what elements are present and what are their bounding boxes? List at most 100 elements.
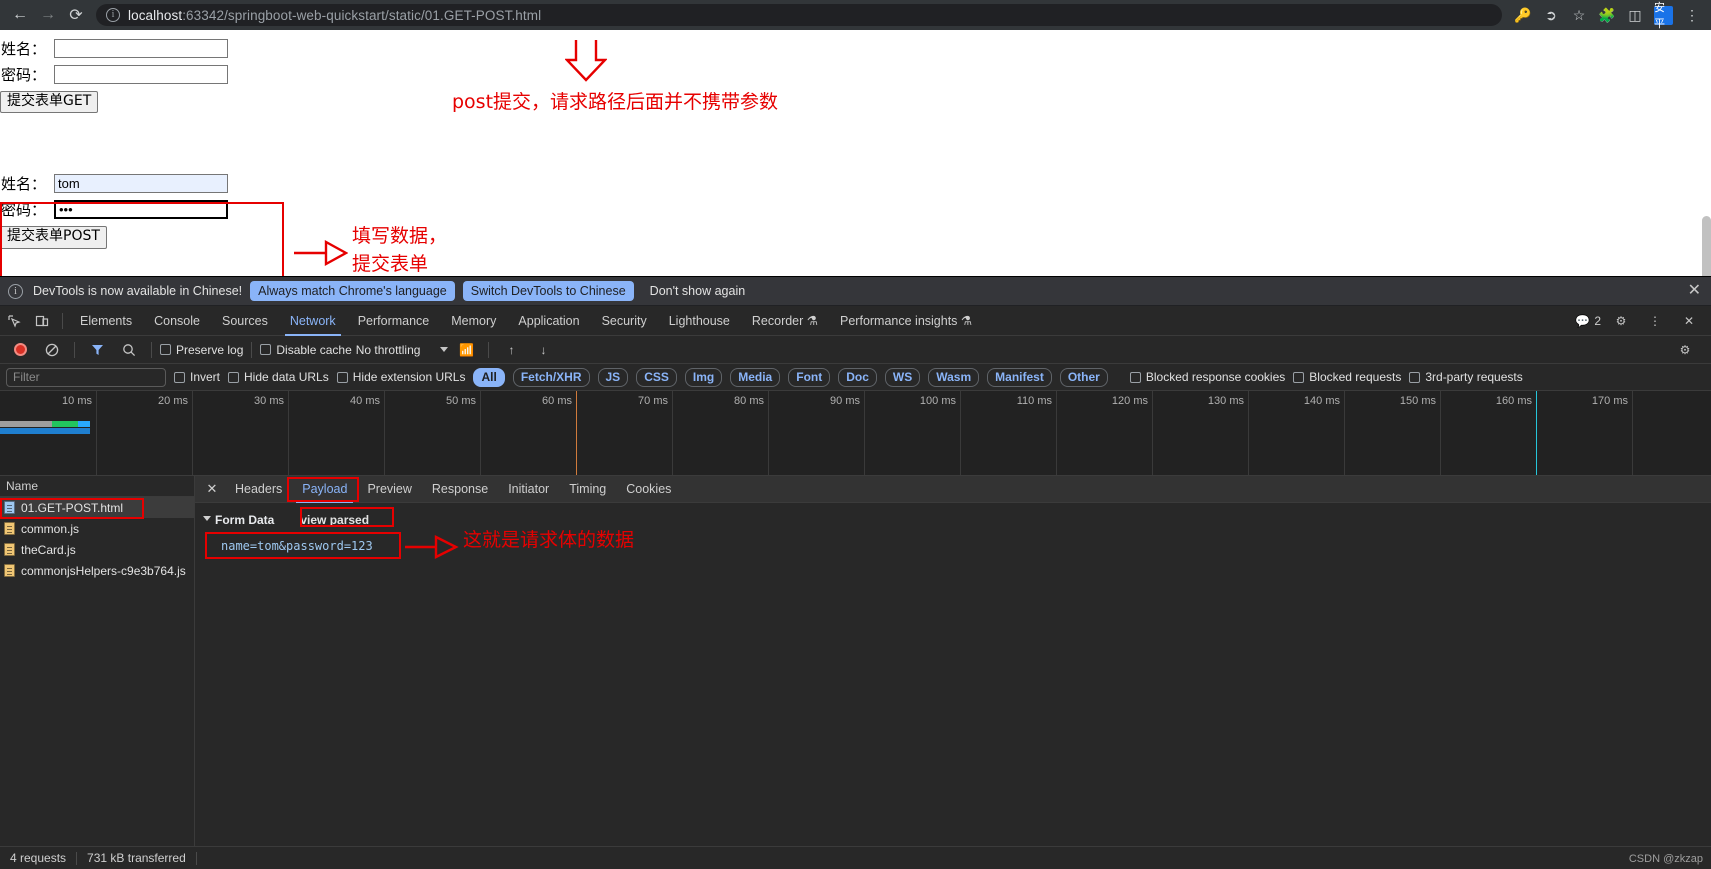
network-overview-timeline[interactable]: 10 ms 20 ms 30 ms 40 ms 50 ms 60 ms 70 ms 80 ms… [0, 391, 1711, 476]
star-icon[interactable]: ☆ [1566, 2, 1592, 28]
extensions-icon[interactable]: 🧩 [1594, 2, 1620, 28]
request-row-commonjs-helpers[interactable]: commonjsHelpers-c9e3b764.js [0, 560, 194, 581]
gear-icon[interactable]: ⚙ [1671, 337, 1699, 363]
annotation-payload-note: 这就是请求体的数据 [463, 529, 635, 551]
close-icon[interactable]: ✕ [1675, 308, 1703, 334]
clear-icon[interactable] [38, 337, 66, 363]
checkbox-box [1129, 371, 1141, 383]
tab-security[interactable]: Security [591, 306, 658, 336]
detail-tab-timing[interactable]: Timing [559, 476, 616, 503]
site-info-icon[interactable]: i [106, 8, 120, 22]
avatar[interactable]: 安平 [1654, 2, 1673, 30]
form-get-name-label: 姓名： [1, 39, 47, 58]
tab-performance[interactable]: Performance [347, 306, 441, 336]
type-filter-css[interactable]: CSS [636, 367, 677, 387]
import-har-icon[interactable]: ↑ [497, 337, 525, 363]
tab-performance-insights[interactable]: Performance insights ⚗ [829, 306, 983, 336]
type-filter-all[interactable]: All [473, 367, 505, 387]
throttling-select[interactable]: No throttling [356, 343, 449, 357]
checkbox-box [174, 371, 185, 383]
type-filter-js[interactable]: JS [597, 367, 629, 387]
type-filter-fetch-xhr[interactable]: Fetch/XHR [512, 367, 590, 387]
detail-tab-headers[interactable]: Headers [225, 476, 292, 503]
timeline-tick [96, 391, 97, 475]
request-row-html[interactable]: 01.GET-POST.html [0, 497, 194, 518]
key-icon[interactable]: 🔑 [1510, 2, 1536, 28]
request-row-thecard-js[interactable]: theCard.js [0, 539, 194, 560]
timeline-tick [384, 391, 385, 475]
request-row-common-js[interactable]: common.js [0, 518, 194, 539]
banner-dismiss-button[interactable]: Don't show again [642, 281, 754, 301]
address-bar[interactable]: i localhost:63342/springboot-web-quickst… [96, 4, 1502, 26]
tab-network[interactable]: Network [279, 306, 347, 336]
hide-extension-urls-checkbox[interactable]: Hide extension URLs [336, 370, 465, 384]
tab-lighthouse[interactable]: Lighthouse [658, 306, 741, 336]
form-data-section-header[interactable]: Form Data view parsed [203, 513, 1711, 527]
request-name: theCard.js [21, 542, 76, 557]
back-icon[interactable]: ← [6, 1, 34, 29]
hide-data-urls-label: Hide data URLs [244, 370, 329, 384]
form-get-name-input[interactable] [54, 38, 228, 58]
tab-sources[interactable]: Sources [211, 306, 279, 336]
third-party-requests-checkbox[interactable]: 3rd-party requests [1409, 370, 1523, 384]
type-filter-other[interactable]: Other [1059, 367, 1108, 387]
issues-count: 2 [1594, 313, 1601, 328]
disable-cache-checkbox[interactable]: Disable cache [260, 343, 352, 357]
hide-data-urls-checkbox[interactable]: Hide data URLs [228, 370, 329, 384]
device-toolbar-icon[interactable] [28, 308, 56, 334]
type-filter-wasm[interactable]: Wasm [928, 367, 980, 387]
detail-tab-initiator[interactable]: Initiator [498, 476, 559, 503]
devtools-panel: i DevTools is now available in Chinese! … [0, 276, 1711, 869]
detail-tab-preview[interactable]: Preview [357, 476, 421, 503]
filter-funnel-icon[interactable] [83, 337, 111, 363]
url-text: localhost:63342/springboot-web-quickstar… [128, 8, 541, 23]
tab-console[interactable]: Console [143, 306, 211, 336]
filter-input[interactable] [6, 367, 166, 387]
form-post-password-input[interactable] [54, 199, 228, 219]
watermark: CSDN @zkzap [1628, 853, 1703, 865]
network-conditions-icon[interactable]: 📶 [452, 337, 480, 363]
issues-badge[interactable]: 💬 2 [1575, 314, 1601, 328]
type-filter-manifest[interactable]: Manifest [987, 367, 1052, 387]
form-post-submit-button[interactable]: 提交表单POST [0, 226, 107, 249]
export-har-icon[interactable]: ↓ [529, 337, 557, 363]
tab-recorder[interactable]: Recorder ⚗ [741, 306, 829, 336]
gear-icon[interactable]: ⚙ [1607, 308, 1635, 334]
banner-always-match-button[interactable]: Always match Chrome's language [250, 281, 455, 301]
sidepanel-icon[interactable]: ◫ [1622, 2, 1648, 28]
share-icon[interactable]: ➲ [1538, 2, 1564, 28]
detail-tab-cookies[interactable]: Cookies [616, 476, 681, 503]
inspect-element-icon[interactable] [0, 308, 28, 334]
type-filter-img[interactable]: Img [684, 367, 723, 387]
view-parsed-link[interactable]: view parsed [300, 513, 369, 527]
timeline-tick [288, 391, 289, 475]
type-filter-ws[interactable]: WS [884, 367, 921, 387]
forward-icon[interactable]: → [34, 1, 62, 29]
detail-tab-response[interactable]: Response [422, 476, 498, 503]
timeline-tick-label: 100 ms [919, 395, 956, 407]
banner-switch-language-button[interactable]: Switch DevTools to Chinese [462, 281, 634, 301]
search-icon[interactable] [115, 337, 143, 363]
blocked-response-cookies-checkbox[interactable]: Blocked response cookies [1129, 370, 1285, 384]
type-filter-font[interactable]: Font [788, 367, 831, 387]
tab-performance-insights-label: Performance insights [840, 313, 958, 328]
tab-application[interactable]: Application [507, 306, 590, 336]
kebab-menu-icon[interactable]: ⋮ [1641, 308, 1669, 334]
form-get-password-input[interactable] [54, 64, 228, 84]
tab-memory[interactable]: Memory [440, 306, 507, 336]
form-post-name-input[interactable] [54, 173, 228, 193]
banner-close-icon[interactable]: ✕ [1688, 283, 1701, 299]
detail-close-icon[interactable]: ✕ [199, 476, 225, 503]
js-file-icon [4, 543, 15, 556]
reload-icon[interactable]: ⟳ [62, 1, 90, 29]
record-stop-icon[interactable] [6, 337, 34, 363]
type-filter-doc[interactable]: Doc [838, 367, 877, 387]
type-filter-media[interactable]: Media [730, 367, 781, 387]
tab-elements[interactable]: Elements [69, 306, 143, 336]
preserve-log-checkbox[interactable]: Preserve log [160, 343, 243, 357]
kebab-menu-icon[interactable]: ⋮ [1679, 2, 1705, 28]
detail-tab-payload[interactable]: Payload [292, 476, 357, 503]
form-get-submit-button[interactable]: 提交表单GET [0, 91, 99, 114]
invert-checkbox[interactable]: Invert [174, 370, 220, 384]
blocked-requests-checkbox[interactable]: Blocked requests [1293, 370, 1401, 384]
